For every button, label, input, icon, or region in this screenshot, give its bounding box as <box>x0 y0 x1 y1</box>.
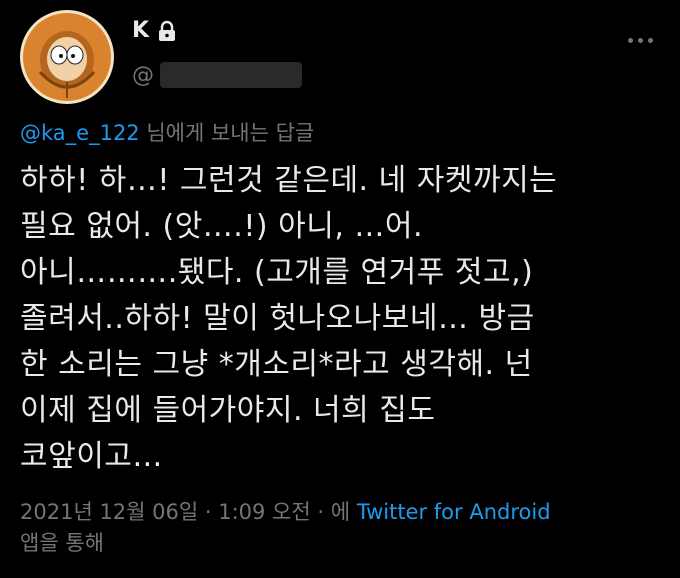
more-options-icon[interactable] <box>628 34 668 46</box>
kenny-avatar-icon <box>20 10 114 104</box>
reply-context: @ka_e_122 님에게 보내는 답글 <box>20 117 314 147</box>
timestamp[interactable]: 2021년 12월 06일 · 1:09 오전 · 에 <box>20 500 357 524</box>
display-name[interactable]: K <box>132 18 150 43</box>
source-link[interactable]: Twitter for Android <box>357 500 551 524</box>
avatar[interactable] <box>20 10 114 104</box>
tweet-meta: 2021년 12월 06일 · 1:09 오전 · 에 Twitter for … <box>20 497 660 559</box>
source-suffix: 앱을 통해 <box>20 531 104 555</box>
handle-row: @ <box>132 62 302 88</box>
tweet-line: 이제 집에 들어가야지. 너희 집도 <box>20 393 436 428</box>
tweet-line: 하하! 하…! 그런것 같은데. 네 자켓까지는 <box>20 163 558 198</box>
handle-prefix: @ <box>132 62 154 88</box>
tweet-line: 필요 없어. (앗….!) 아니, …어. <box>20 209 424 244</box>
tweet-line: 한 소리는 그냥 *개소리*라고 생각해. 넌 <box>20 347 533 382</box>
tweet-line: 아니……….됐다. (고개를 연거푸 젓고,) <box>20 255 534 290</box>
reply-context-suffix: 님에게 보내는 답글 <box>139 121 315 145</box>
lock-icon <box>158 20 176 42</box>
tweet-line: 졸려서..하하! 말이 헛나오나보네… 방금 <box>20 301 535 336</box>
tweet-line: 코앞이고… <box>20 439 163 474</box>
author-name-row: K <box>132 18 176 43</box>
tweet-text: 하하! 하…! 그런것 같은데. 네 자켓까지는 필요 없어. (앗….!) 아… <box>20 158 660 480</box>
reply-mention-link[interactable]: @ka_e_122 <box>20 121 140 145</box>
redacted-handle <box>160 62 302 88</box>
